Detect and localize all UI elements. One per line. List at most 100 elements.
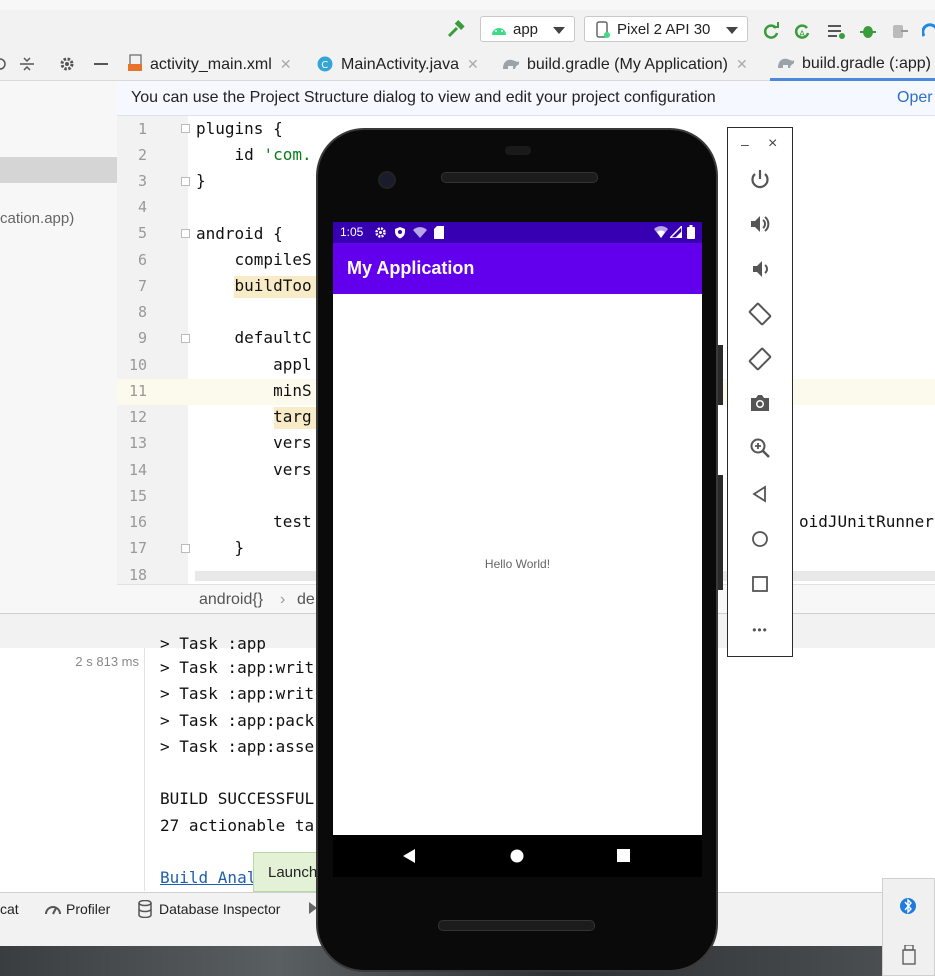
nav-home-icon[interactable] — [510, 849, 524, 866]
code-line-tail: oidJUnitRunner — [799, 512, 934, 531]
tab-mainactivity-java[interactable]: C MainActivity.java ✕ — [317, 48, 479, 80]
build-analyzer-link[interactable]: Build Anal — [160, 868, 256, 887]
apply-code-changes-icon[interactable]: A — [793, 22, 811, 40]
code-line: android { — [196, 224, 283, 243]
collapse-all-icon[interactable] — [0, 56, 6, 75]
console-line: 27 actionable ta — [160, 816, 315, 835]
rotate-left-icon — [748, 302, 772, 329]
line-number: 17 — [128, 539, 147, 557]
sd-card-icon — [434, 226, 444, 242]
back-triangle-icon — [751, 484, 769, 506]
code-line: minS — [196, 381, 312, 400]
home-button[interactable] — [745, 525, 775, 555]
database-inspector-tab[interactable]: Database Inspector — [159, 901, 280, 917]
power-icon — [749, 168, 771, 193]
java-class-icon: C — [317, 52, 333, 72]
code-line: compileS — [196, 250, 312, 269]
rotate-right-button[interactable] — [745, 345, 775, 375]
line-number: 12 — [128, 408, 147, 426]
line-number: 9 — [137, 329, 147, 347]
notice-open-link[interactable]: Oper — [897, 81, 933, 115]
volume-down-button[interactable] — [745, 255, 775, 285]
code-line: } — [196, 538, 245, 557]
tab-label: activity_main.xml — [150, 56, 272, 73]
power-button[interactable] — [745, 165, 775, 195]
nav-overview-icon[interactable] — [617, 849, 630, 865]
code-line: defaultC — [196, 328, 312, 347]
cell-signal-icon — [668, 224, 683, 241]
gradle-elephant-icon — [777, 50, 795, 68]
attach-debugger-icon[interactable] — [891, 22, 909, 40]
side-button — [718, 475, 723, 590]
fold-marker-icon[interactable] — [181, 177, 190, 186]
code-line: } — [196, 171, 206, 190]
code-line-prefix: id — [196, 145, 264, 164]
run-config-select[interactable]: app — [480, 16, 575, 42]
hammer-icon[interactable] — [446, 19, 465, 38]
gradle-elephant-icon — [502, 51, 520, 69]
back-button[interactable] — [745, 480, 775, 510]
project-tree-selected-row[interactable] — [0, 157, 117, 183]
chevron-down-icon — [553, 27, 565, 34]
rotate-right-icon — [748, 347, 772, 374]
nav-back-icon[interactable] — [402, 849, 416, 866]
logcat-tab[interactable]: cat — [0, 901, 19, 917]
tab-build-gradle-project[interactable]: build.gradle (My Application) ✕ — [502, 48, 748, 80]
chevron-down-icon — [726, 27, 738, 34]
gear-icon[interactable] — [59, 56, 75, 75]
close-icon[interactable]: ✕ — [467, 56, 479, 72]
earpiece-notch — [505, 146, 531, 155]
code-line: plugins { — [196, 119, 283, 138]
profiler-gauge-icon[interactable] — [921, 22, 935, 40]
logcat-list-icon[interactable] — [827, 22, 845, 40]
screenshot-button[interactable] — [745, 389, 775, 419]
line-number: 18 — [128, 566, 147, 584]
fold-marker-icon[interactable] — [181, 544, 190, 553]
zoom-button[interactable] — [745, 434, 775, 464]
device-screen[interactable] — [333, 222, 702, 835]
tab-activity-main-xml[interactable]: activity_main.xml ✕ — [128, 48, 292, 80]
main-toolbar: app Pixel 2 API 30 A — [0, 10, 935, 49]
console-line: > Task :app:asse — [160, 737, 315, 756]
line-number: 16 — [128, 513, 147, 531]
breadcrumb-android[interactable]: android{} — [199, 585, 263, 614]
project-tree-item[interactable]: cation.app) — [0, 210, 74, 227]
fold-marker-icon[interactable] — [181, 124, 190, 133]
battery-icon — [687, 225, 695, 242]
console-line: > Task :app:writ — [160, 684, 315, 703]
line-number: 3 — [137, 172, 147, 190]
device-select[interactable]: Pixel 2 API 30 — [584, 16, 748, 42]
android-nav-bar — [333, 835, 702, 877]
line-number: 8 — [137, 303, 147, 321]
close-icon[interactable]: ✕ — [280, 56, 292, 72]
profiler-tab[interactable]: Profiler — [66, 901, 110, 917]
code-line: buildToo — [196, 276, 312, 295]
close-icon[interactable]: ✕ — [736, 56, 748, 72]
breadcrumb-separator-icon: › — [280, 591, 286, 608]
project-tool-window — [0, 48, 118, 613]
apply-changes-icon[interactable] — [762, 22, 780, 40]
breadcrumb-default-config[interactable]: de — [297, 585, 315, 614]
minimize-icon[interactable] — [93, 56, 109, 75]
database-icon — [138, 899, 152, 921]
status-time: 1:05 — [340, 225, 364, 239]
line-number: 6 — [137, 251, 147, 269]
bluetooth-icon[interactable] — [900, 895, 916, 920]
rotate-left-button[interactable] — [745, 300, 775, 330]
fold-marker-icon[interactable] — [181, 334, 190, 343]
overview-button[interactable] — [745, 570, 775, 600]
fold-marker-icon[interactable] — [181, 229, 190, 238]
code-line: appl — [196, 355, 312, 374]
tab-build-gradle-app[interactable]: build.gradle (:app) — [777, 48, 931, 80]
volume-up-button[interactable] — [745, 210, 775, 240]
app-title: My Application — [347, 258, 475, 278]
project-structure-notice: You can use the Project Structure dialog… — [117, 81, 935, 116]
code-string: 'com. — [263, 145, 312, 164]
more-options-button[interactable]: ••• — [745, 615, 775, 645]
emulator-close-button[interactable]: × — [768, 135, 777, 153]
line-number: 15 — [128, 487, 147, 505]
expand-collapse-icon[interactable] — [19, 56, 35, 75]
emulator-minimize-button[interactable]: – — [741, 136, 749, 152]
usb-drive-icon[interactable] — [901, 944, 917, 968]
debug-bug-icon[interactable] — [859, 22, 877, 40]
